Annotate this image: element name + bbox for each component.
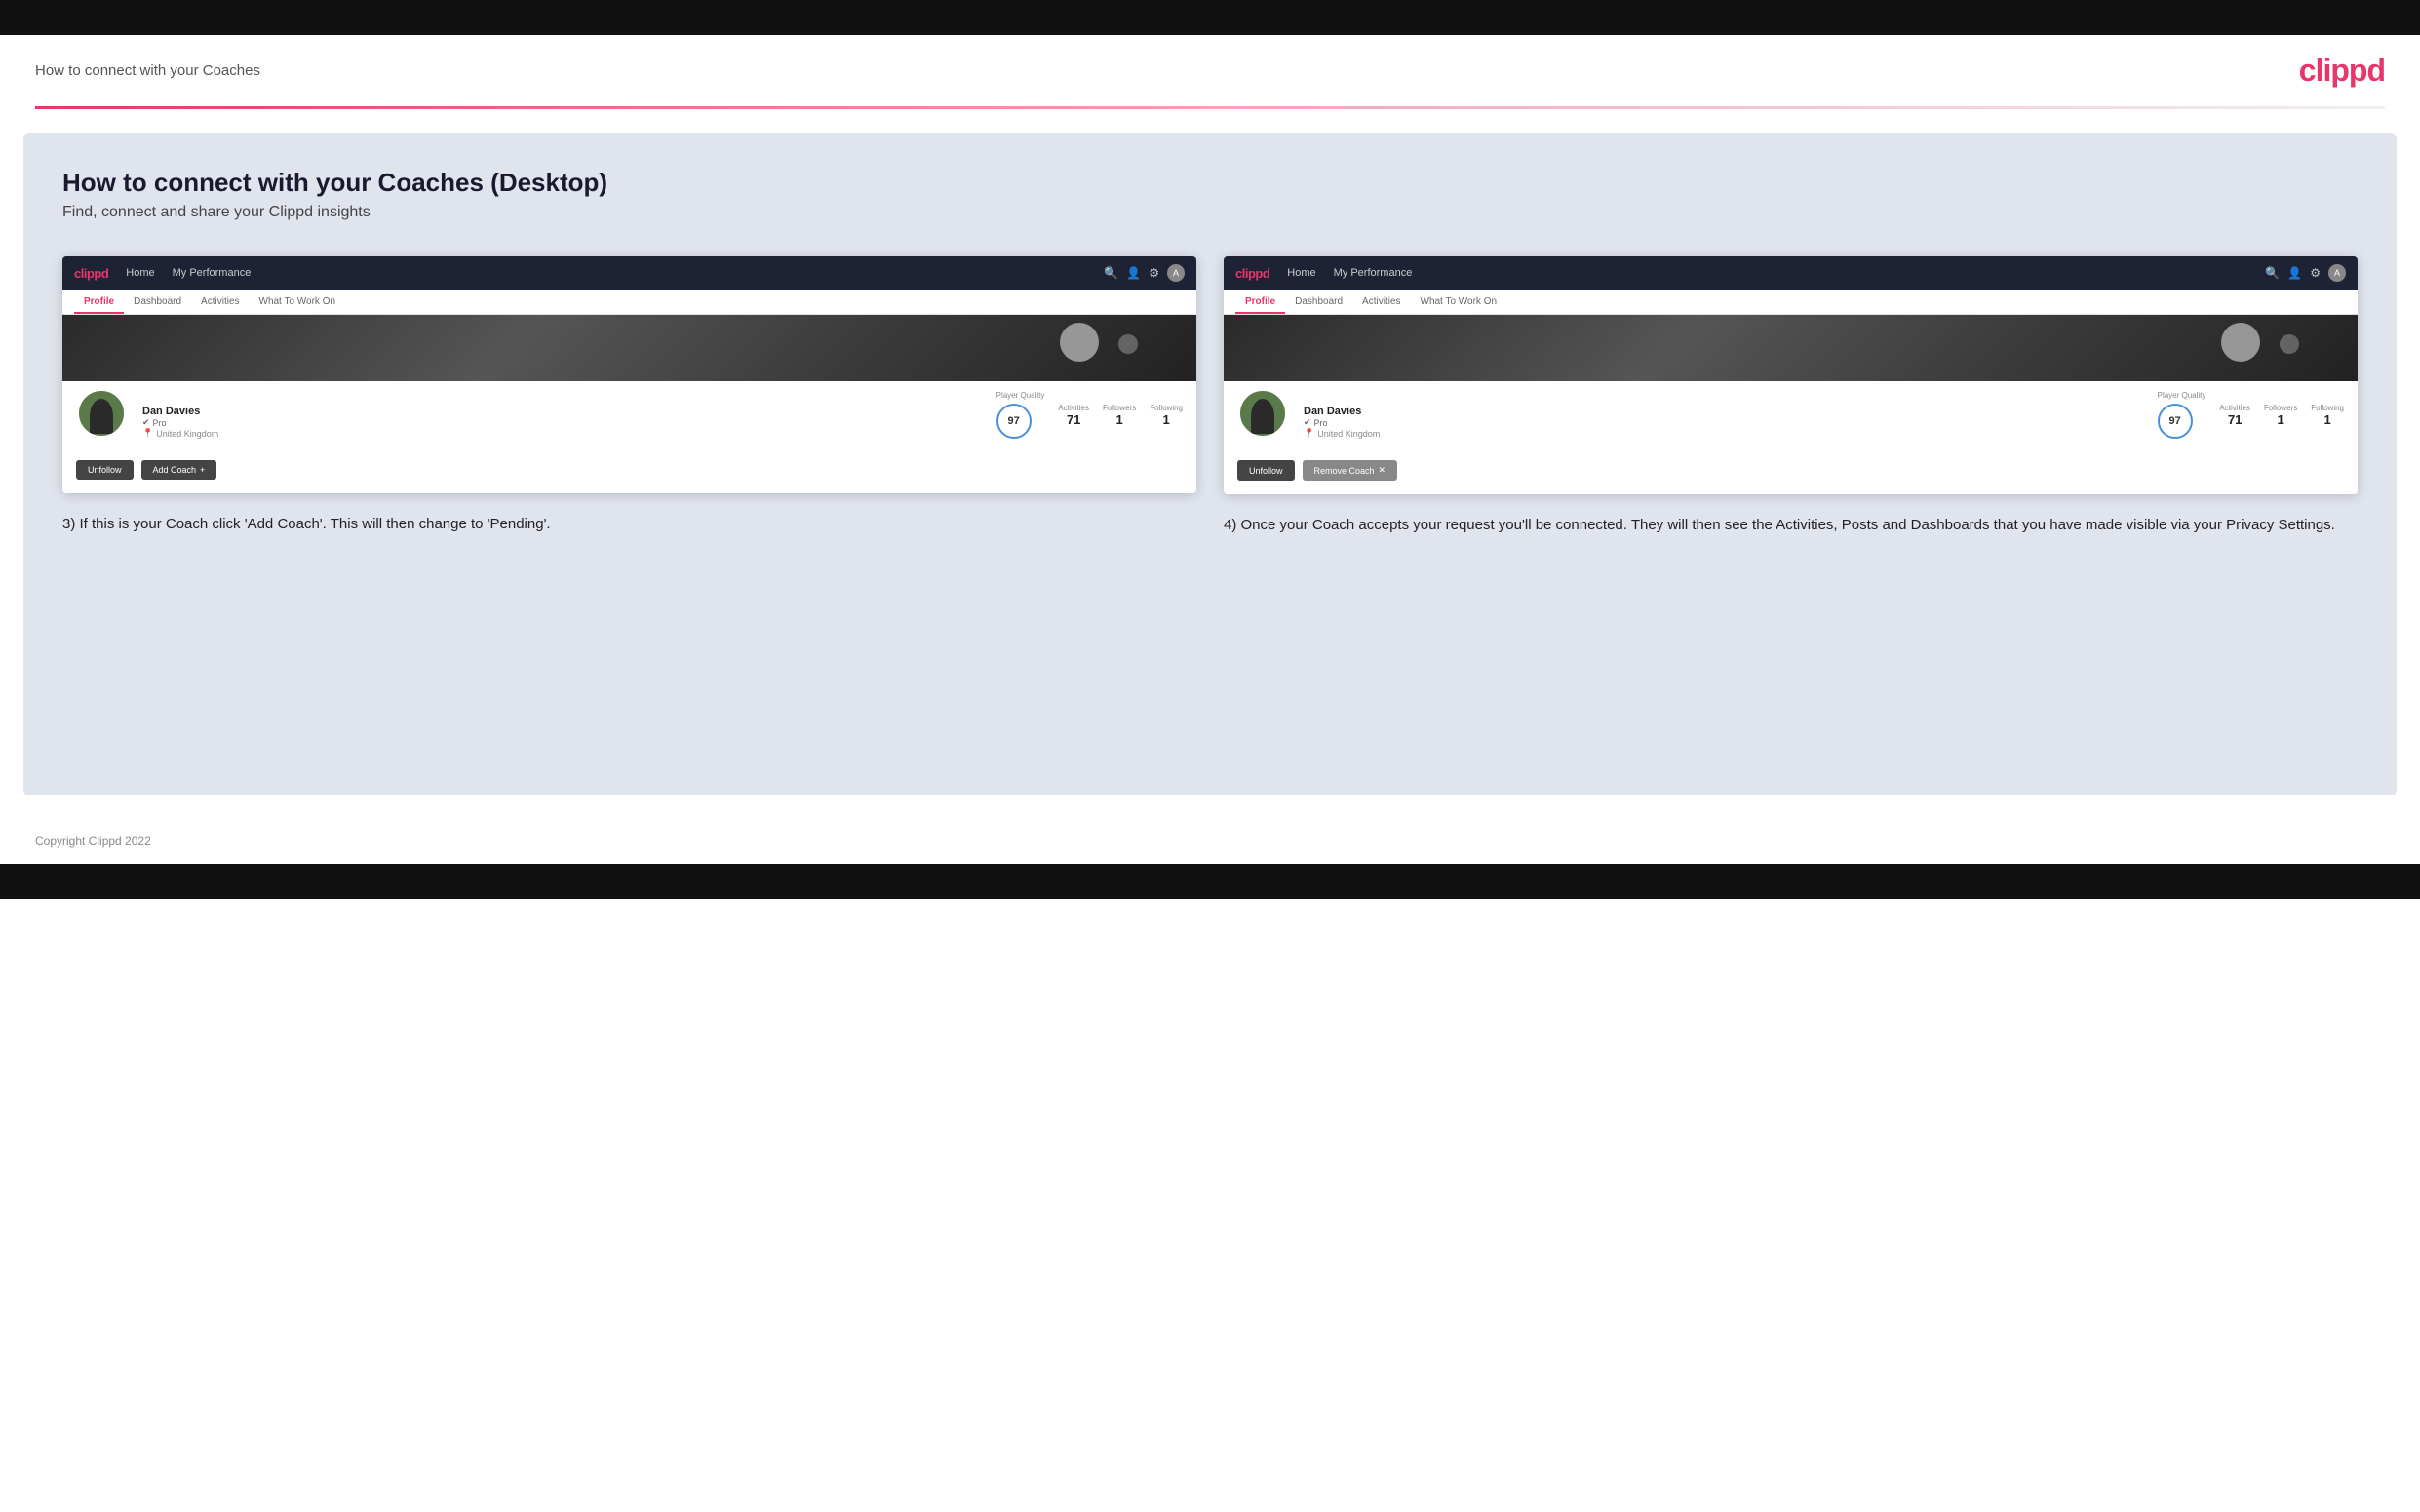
user-name-left: Dan Davies bbox=[142, 406, 981, 417]
quality-circle-right: 97 bbox=[2158, 404, 2193, 439]
nav-icons-right: 🔍 👤 ⚙ A bbox=[2265, 264, 2346, 282]
clippd-logo: clippd bbox=[2299, 53, 2385, 89]
screen-mock-left: clippd Home My Performance 🔍 👤 ⚙ A Profi… bbox=[62, 256, 1196, 493]
app-profile-section-left: Dan Davies ✔ Pro 📍 United Kingdom bbox=[62, 381, 1196, 452]
avatar-figure-right bbox=[1251, 399, 1274, 434]
user-avatar-right bbox=[1237, 388, 1288, 439]
avatar-icon-left[interactable]: A bbox=[1167, 264, 1185, 282]
step3-description: 3) If this is your Coach click 'Add Coac… bbox=[62, 513, 1196, 535]
quality-label-right: Player Quality bbox=[2158, 391, 2206, 400]
app-profile-row-right: Dan Davies ✔ Pro 📍 United Kingdom bbox=[1237, 381, 2344, 439]
unfollow-button-right[interactable]: Unfollow bbox=[1237, 460, 1295, 481]
tab-profile-right[interactable]: Profile bbox=[1235, 290, 1285, 314]
app-stats-left: Player Quality 97 Activities 71 Follower… bbox=[996, 381, 1183, 439]
stat-activities-right: Activities 71 bbox=[2219, 404, 2250, 427]
app-actions-right: Unfollow Remove Coach ✕ bbox=[1224, 452, 2358, 494]
user-location-left: 📍 United Kingdom bbox=[142, 428, 981, 439]
app-nav-left: clippd Home My Performance 🔍 👤 ⚙ A bbox=[62, 256, 1196, 290]
app-tabs-left: Profile Dashboard Activities What To Wor… bbox=[62, 290, 1196, 315]
add-coach-button-left[interactable]: Add Coach + bbox=[141, 460, 217, 480]
app-logo-left: clippd bbox=[74, 266, 108, 281]
nav-performance-left: My Performance bbox=[173, 267, 252, 279]
footer: Copyright Clippd 2022 bbox=[0, 819, 2420, 864]
location-icon-right: 📍 bbox=[1304, 428, 1314, 439]
main-content: How to connect with your Coaches (Deskto… bbox=[23, 133, 2397, 795]
screen-mock-right: clippd Home My Performance 🔍 👤 ⚙ A Profi… bbox=[1224, 256, 2358, 494]
app-profile-section-right: Dan Davies ✔ Pro 📍 United Kingdom bbox=[1224, 381, 2358, 452]
remove-coach-button-right[interactable]: Remove Coach ✕ bbox=[1303, 460, 1398, 481]
banner-circle-r2 bbox=[2280, 334, 2299, 354]
app-profile-row-left: Dan Davies ✔ Pro 📍 United Kingdom bbox=[76, 381, 1183, 439]
copyright-text: Copyright Clippd 2022 bbox=[35, 834, 151, 848]
quality-circle-left: 97 bbox=[996, 404, 1032, 439]
quality-label-left: Player Quality bbox=[996, 391, 1045, 400]
app-stats-right: Player Quality 97 Activities 71 Follower… bbox=[2158, 381, 2344, 439]
unfollow-button-left[interactable]: Unfollow bbox=[76, 460, 134, 480]
stat-following-left: Following 1 bbox=[1150, 404, 1183, 427]
user-icon-right[interactable]: 👤 bbox=[2287, 266, 2302, 280]
app-banner-right bbox=[1224, 315, 2358, 381]
tab-profile-left[interactable]: Profile bbox=[74, 290, 124, 314]
user-name-right: Dan Davies bbox=[1304, 406, 2142, 417]
user-role-right: ✔ Pro bbox=[1304, 417, 2142, 428]
step4-description: 4) Once your Coach accepts your request … bbox=[1224, 514, 2358, 536]
screenshot-col-right: clippd Home My Performance 🔍 👤 ⚙ A Profi… bbox=[1224, 256, 2358, 536]
avatar-figure-left bbox=[90, 399, 113, 434]
header-divider bbox=[35, 106, 2385, 109]
banner-circle-2 bbox=[1118, 334, 1138, 354]
quality-group-right: Player Quality 97 bbox=[2158, 391, 2206, 439]
nav-performance-right: My Performance bbox=[1334, 267, 1413, 279]
banner-circle-1 bbox=[1060, 323, 1099, 362]
tab-whattoworkon-left[interactable]: What To Work On bbox=[250, 290, 346, 314]
stat-followers-right: Followers 1 bbox=[2264, 404, 2297, 427]
main-subtitle: Find, connect and share your Clippd insi… bbox=[62, 204, 2358, 221]
app-nav-right: clippd Home My Performance 🔍 👤 ⚙ A bbox=[1224, 256, 2358, 290]
top-bar bbox=[0, 0, 2420, 35]
avatar-icon-right[interactable]: A bbox=[2328, 264, 2346, 282]
app-actions-left: Unfollow Add Coach + bbox=[62, 452, 1196, 493]
header-title: How to connect with your Coaches bbox=[35, 62, 260, 79]
plus-icon-left: + bbox=[200, 465, 205, 475]
stat-following-right: Following 1 bbox=[2311, 404, 2344, 427]
user-info-right: Dan Davies ✔ Pro 📍 United Kingdom bbox=[1304, 398, 2142, 439]
user-info-left: Dan Davies ✔ Pro 📍 United Kingdom bbox=[142, 398, 981, 439]
tab-activities-right[interactable]: Activities bbox=[1352, 290, 1410, 314]
screenshot-col-left: clippd Home My Performance 🔍 👤 ⚙ A Profi… bbox=[62, 256, 1196, 536]
verified-icon-right: ✔ bbox=[1304, 417, 1311, 428]
app-tabs-right: Profile Dashboard Activities What To Wor… bbox=[1224, 290, 2358, 315]
user-avatar-left bbox=[76, 388, 127, 439]
location-icon-left: 📍 bbox=[142, 428, 153, 439]
bottom-bar bbox=[0, 864, 2420, 899]
banner-circle-r1 bbox=[2221, 323, 2260, 362]
search-icon-right[interactable]: 🔍 bbox=[2265, 266, 2280, 280]
nav-icons-left: 🔍 👤 ⚙ A bbox=[1104, 264, 1185, 282]
settings-icon-right[interactable]: ⚙ bbox=[2310, 266, 2321, 280]
verified-icon-left: ✔ bbox=[142, 417, 150, 428]
settings-icon-left[interactable]: ⚙ bbox=[1149, 266, 1159, 280]
app-logo-right: clippd bbox=[1235, 266, 1269, 281]
header: How to connect with your Coaches clippd bbox=[0, 35, 2420, 106]
stat-followers-left: Followers 1 bbox=[1103, 404, 1136, 427]
stat-activities-left: Activities 71 bbox=[1058, 404, 1089, 427]
user-location-right: 📍 United Kingdom bbox=[1304, 428, 2142, 439]
tab-whattoworkon-right[interactable]: What To Work On bbox=[1411, 290, 1507, 314]
x-icon-right: ✕ bbox=[1379, 465, 1386, 476]
tab-dashboard-left[interactable]: Dashboard bbox=[124, 290, 191, 314]
nav-home-right: Home bbox=[1287, 267, 1315, 279]
user-icon-left[interactable]: 👤 bbox=[1126, 266, 1141, 280]
nav-home-left: Home bbox=[126, 267, 154, 279]
search-icon-left[interactable]: 🔍 bbox=[1104, 266, 1118, 280]
quality-group-left: Player Quality 97 bbox=[996, 391, 1045, 439]
screenshots-row: clippd Home My Performance 🔍 👤 ⚙ A Profi… bbox=[62, 256, 2358, 536]
tab-activities-left[interactable]: Activities bbox=[191, 290, 249, 314]
main-title: How to connect with your Coaches (Deskto… bbox=[62, 168, 2358, 198]
app-banner-left bbox=[62, 315, 1196, 381]
tab-dashboard-right[interactable]: Dashboard bbox=[1285, 290, 1352, 314]
user-role-left: ✔ Pro bbox=[142, 417, 981, 428]
